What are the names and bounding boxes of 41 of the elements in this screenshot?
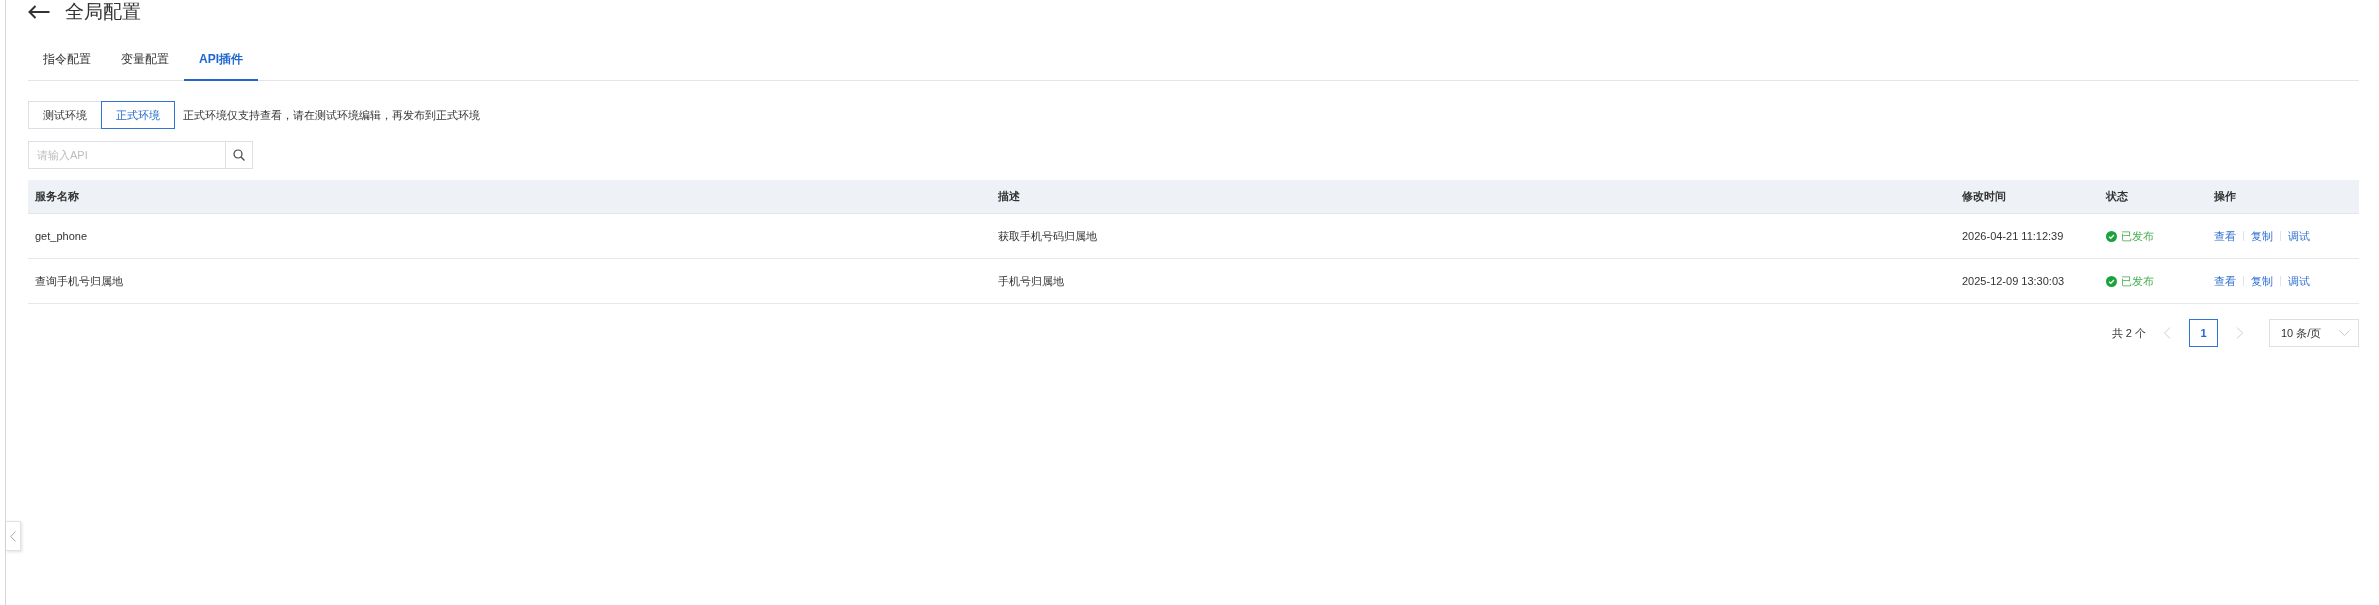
search-icon bbox=[233, 149, 245, 161]
check-circle-icon bbox=[2106, 275, 2117, 287]
environment-toggle[interactable]: 正式环境 bbox=[101, 101, 175, 129]
table-cell-text: 手机号归属地 bbox=[997, 273, 1065, 289]
action-link[interactable]: 调试 bbox=[2288, 228, 2310, 244]
column-header: 描述 bbox=[997, 189, 1021, 204]
chevron-left-icon bbox=[2163, 327, 2171, 339]
table-cell-text: 2025-12-09 13:30:03 bbox=[1961, 275, 2066, 287]
chevron-down-icon bbox=[2339, 330, 2350, 336]
table-cell-text: 2026-04-21 11:12:39 bbox=[1961, 230, 2065, 242]
total-count: 共 2 个 bbox=[2111, 325, 2146, 341]
action-link[interactable]: 查看 bbox=[2214, 228, 2236, 244]
action-link[interactable]: 复制 bbox=[2251, 228, 2273, 244]
environment-hint: 正式环境仅支持查看，请在测试环境编辑，再发布到正式环境 bbox=[183, 107, 480, 123]
page-button[interactable]: 1 bbox=[2189, 319, 2218, 347]
search-button[interactable] bbox=[225, 141, 253, 169]
column-header: 服务名称 bbox=[34, 189, 80, 204]
page-title: 全局配置 bbox=[65, 0, 141, 24]
tab[interactable]: API插件 bbox=[184, 40, 258, 81]
chevron-left-icon bbox=[10, 530, 16, 542]
column-header: 状态 bbox=[2104, 189, 2129, 204]
table-cell-text: 获取手机号码归属地 bbox=[997, 228, 1098, 244]
table-cell-text: 查询手机号归属地 bbox=[34, 273, 124, 289]
table-cell-text: get_phone bbox=[34, 230, 88, 242]
chevron-right-icon bbox=[2236, 327, 2244, 339]
tab[interactable]: 指令配置 bbox=[28, 40, 106, 81]
tab[interactable]: 变量配置 bbox=[106, 40, 184, 81]
back-arrow-icon bbox=[28, 5, 50, 19]
action-link[interactable]: 查看 bbox=[2214, 273, 2236, 289]
status-label: 已发布 bbox=[2121, 273, 2154, 289]
search-field[interactable]: 请输入API bbox=[28, 141, 226, 169]
action-link[interactable]: 复制 bbox=[2251, 273, 2273, 289]
column-header: 操作 bbox=[2213, 189, 2237, 204]
check-circle-icon bbox=[2106, 230, 2117, 242]
page-size-select[interactable]: 10 条/页 bbox=[2269, 319, 2359, 347]
action-link[interactable]: 调试 bbox=[2288, 273, 2310, 289]
status-label: 已发布 bbox=[2121, 228, 2154, 244]
collapse-button[interactable] bbox=[6, 521, 21, 551]
environment-toggle[interactable]: 测试环境 bbox=[28, 101, 102, 129]
column-header: 修改时间 bbox=[1961, 189, 2007, 204]
back-button[interactable] bbox=[28, 5, 50, 19]
